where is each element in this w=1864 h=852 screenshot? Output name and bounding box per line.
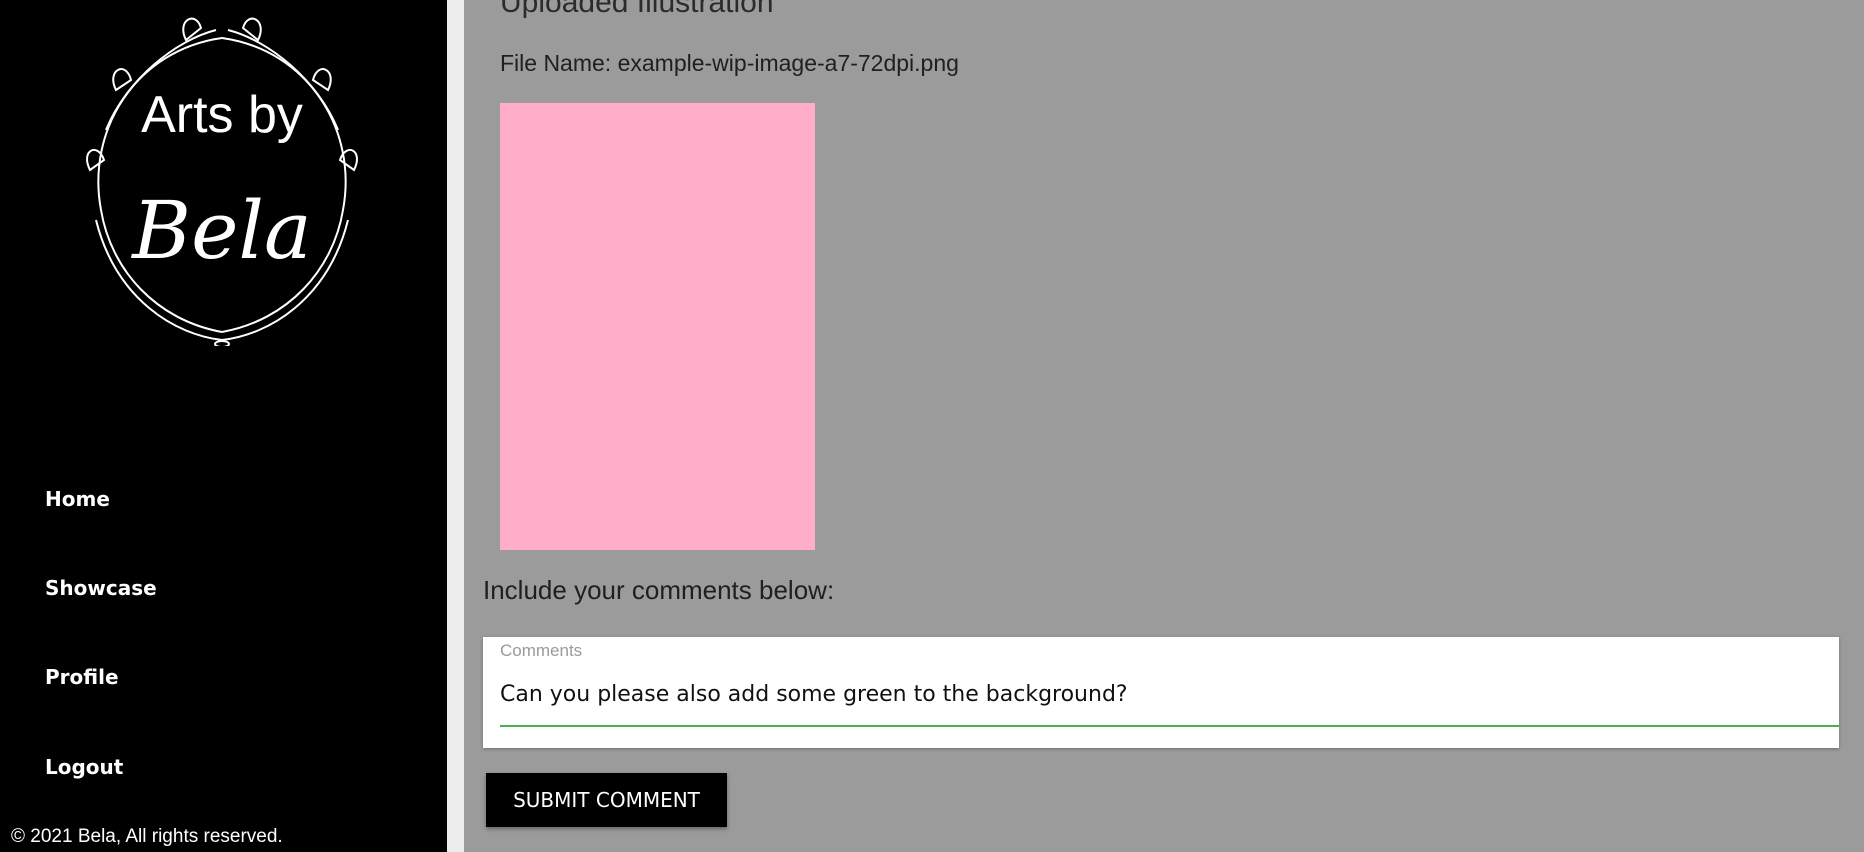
submit-comment-button[interactable]: SUBMIT COMMENT — [486, 773, 727, 827]
logo-text-line1: Arts by — [141, 86, 303, 144]
sidebar: Arts by Bela Home Showcase Profile Logou… — [0, 0, 447, 852]
main-content: Uploaded Illustration File Name: example… — [464, 0, 1864, 852]
comment-field-container: Comments — [483, 637, 1840, 748]
comments-input[interactable] — [500, 677, 1840, 711]
nav-item-profile[interactable]: Profile — [45, 665, 119, 689]
comments-field-label: Comments — [500, 641, 583, 660]
sidebar-divider — [447, 0, 464, 852]
nav-item-logout[interactable]: Logout — [45, 755, 123, 779]
section-title: Uploaded Illustration — [500, 0, 774, 19]
uploaded-illustration — [500, 103, 815, 550]
file-name-text: File Name: example-wip-image-a7-72dpi.pn… — [500, 50, 959, 76]
copyright-footer: © 2021 Bela, All rights reserved. — [11, 826, 283, 847]
brand-logo: Arts by Bela — [86, 17, 358, 346]
comments-heading: Include your comments below: — [483, 575, 835, 605]
comments-field-underline — [500, 725, 1840, 727]
laurel-wreath-icon — [86, 17, 358, 346]
nav-item-showcase[interactable]: Showcase — [45, 576, 157, 600]
nav-item-home[interactable]: Home — [45, 487, 110, 511]
logo-text-line2: Bela — [130, 184, 311, 277]
